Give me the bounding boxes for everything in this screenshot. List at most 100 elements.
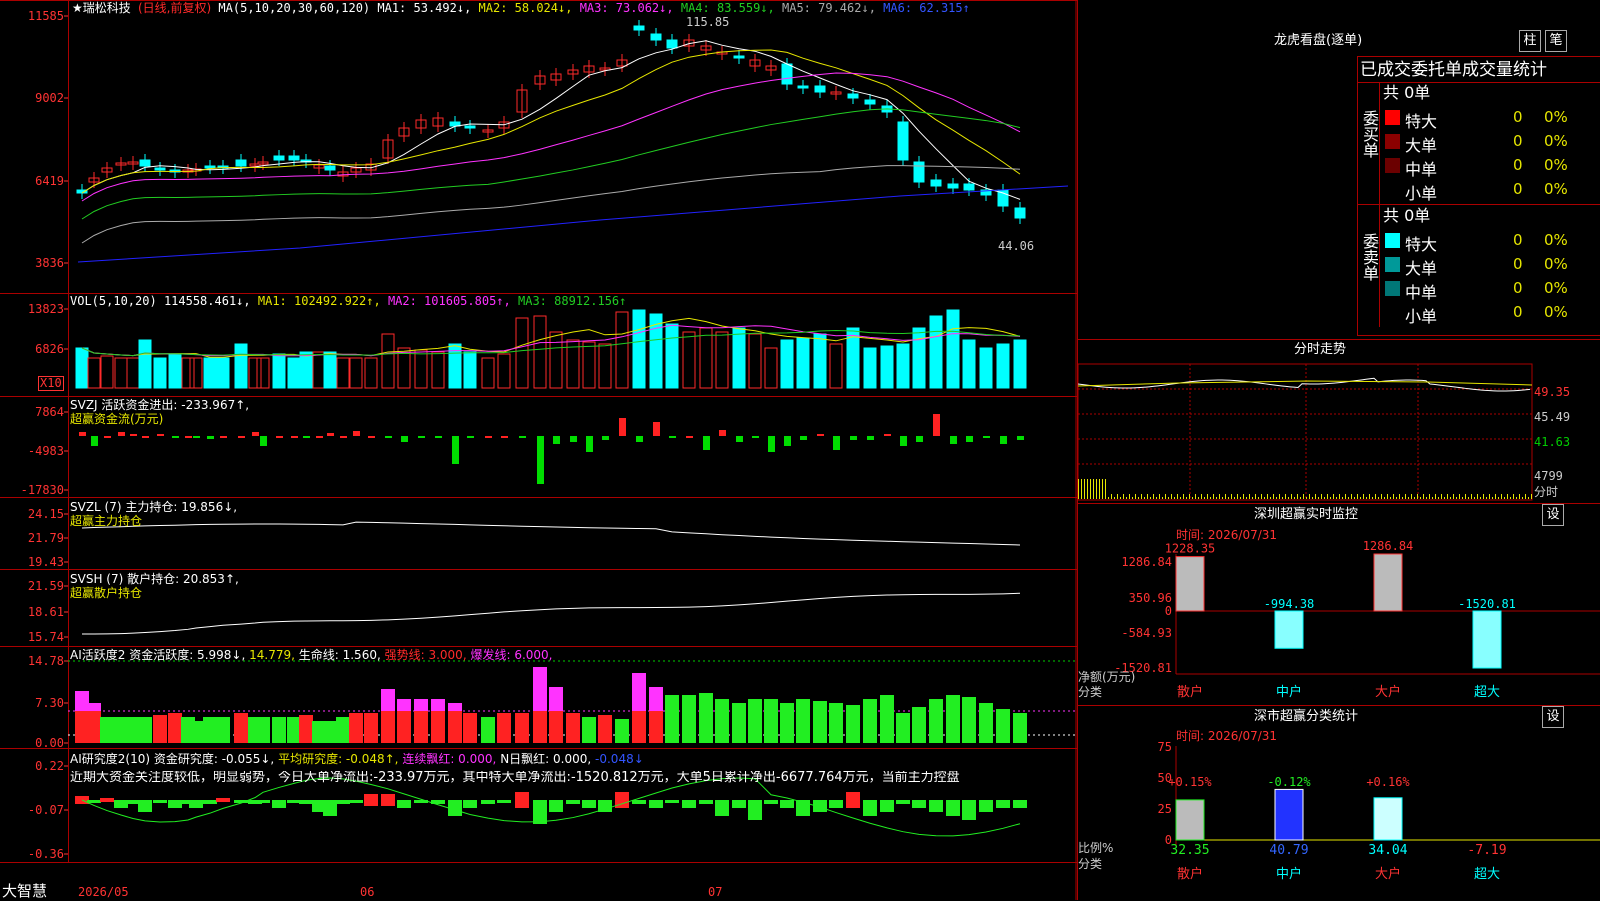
ai1-bar-top: [533, 667, 547, 711]
color-swatch: [1385, 257, 1400, 272]
candle-body: [897, 121, 909, 161]
candle-body: [1014, 207, 1026, 219]
chart-area[interactable]: ★瑞松科技 (日线,前复权) MA(5,10,20,30,60,120) MA1…: [0, 0, 1077, 900]
fenshi-volume-bar: [1363, 494, 1364, 499]
ai2-bar: [929, 800, 943, 812]
ai1-bar: [796, 699, 810, 743]
svzj-bar: [519, 436, 526, 438]
sell-side-label: 委卖单: [1358, 205, 1380, 327]
fenshi-volume-bar: [1402, 497, 1403, 499]
volume-bar: [414, 349, 428, 389]
buy-row: 大单 0 0%: [1381, 130, 1600, 155]
ai2-bar: [632, 800, 646, 804]
svzj-bar: [669, 436, 676, 438]
sell-row-value: 0: [1513, 279, 1523, 297]
ai2-bar: [715, 800, 729, 816]
svzj-bar: [501, 436, 508, 438]
fenshi-ytick-1: 49.35: [1534, 385, 1571, 399]
ai2-bar: [780, 800, 794, 808]
monitor-bar: [1274, 610, 1304, 649]
ai2-label: AI研究度2(10) 资金研究度: -0.055↓,: [70, 752, 275, 766]
svzj-bar: [291, 436, 298, 438]
ai2-bar: [153, 800, 167, 803]
fenshi-volume-bar: [1423, 494, 1424, 499]
ai2-bar: [216, 798, 230, 802]
ai2-bar: [649, 800, 663, 808]
fenshi-volume-bar: [1207, 494, 1208, 499]
ai1-bar: [287, 717, 301, 743]
svzj-bar: [966, 436, 973, 442]
fenshi-volume-bar: [1219, 494, 1220, 499]
fenshi-volume-bar: [1117, 494, 1118, 499]
fenshi-xlabel: 分时: [1534, 485, 1559, 499]
monitor-ytick: -584.93: [1121, 626, 1172, 640]
monitor-ytick: 1286.84: [1121, 555, 1172, 569]
ai1-bar: [863, 699, 877, 743]
ai1-bar: [153, 715, 167, 743]
svzj-bar: [401, 436, 408, 442]
fenshi-volume-bar: [1084, 479, 1085, 499]
brand-label[interactable]: 大智慧: [2, 883, 47, 900]
fenshi-volume-bar: [1114, 497, 1115, 499]
svzl-ytick: 21.79: [27, 531, 64, 545]
ai2-bar: [114, 800, 128, 808]
volume-bar: [481, 357, 495, 389]
fenshi-volume-bar: [1291, 494, 1292, 499]
svzl-label: SVZL (7) 主力持仓: 19.856↓,: [70, 500, 238, 514]
period-label[interactable]: (日线,前复权): [138, 1, 211, 15]
classify-bar: [1274, 788, 1304, 841]
monitor-bar-label: -1520.81: [1458, 597, 1516, 611]
fenshi-volume-bar: [1234, 497, 1235, 499]
volume-bar: [863, 347, 877, 389]
ai2-bar: [168, 800, 182, 808]
color-swatch: [1385, 158, 1400, 173]
fenshi-volume-bar: [1300, 497, 1301, 499]
candle-body: [797, 85, 809, 89]
ai1-bar: [682, 695, 696, 743]
ai2-bar: [962, 800, 976, 820]
candle-body: [963, 183, 975, 191]
stock-name[interactable]: ★瑞松科技: [72, 1, 131, 15]
svzj-bar: [418, 436, 425, 438]
svzj-bar: [784, 436, 791, 446]
vol-header: VOL(5,10,20) 114558.461↓, MA1: 102492.92…: [70, 294, 626, 308]
fenshi-volume-bar: [1123, 494, 1124, 499]
buy-row-percent: 0%: [1544, 132, 1568, 150]
vol-unit-badge[interactable]: X10: [38, 376, 64, 391]
ai1-bar: [829, 703, 843, 743]
fenshi-panel[interactable]: 分时走势 49.35 45.49 41.63 4799 分时: [1078, 339, 1600, 501]
fenshi-volume-bar: [1426, 497, 1427, 499]
ai1-bar: [566, 713, 580, 743]
tick-mode-button[interactable]: 笔: [1545, 30, 1567, 52]
svzj-bar: [768, 436, 775, 452]
fenshi-chart[interactable]: [1078, 340, 1600, 502]
fenshi-volume-bar: [1369, 494, 1370, 499]
volume-bar: [582, 341, 596, 389]
volume-bar: [912, 327, 926, 389]
fenshi-volume-bar: [1330, 497, 1331, 499]
fenshi-volume-bar: [1438, 497, 1439, 499]
fenshi-volume-bar: [1390, 497, 1391, 499]
fenshi-volume-bar: [1138, 497, 1139, 499]
lhb-header: 已成交委托单成交量统计: [1360, 60, 1547, 80]
vol-label: VOL(5,10,20): [70, 294, 157, 308]
ai2-bar: [996, 800, 1010, 808]
ai1-bar: [272, 717, 286, 743]
candle-body: [947, 183, 959, 189]
volume-bar: [126, 357, 140, 389]
ai1-bar: [813, 701, 827, 743]
svzj-bar: [327, 433, 334, 436]
fenshi-volume-bar: [1249, 494, 1250, 499]
bar-mode-button[interactable]: 柱: [1519, 30, 1541, 52]
fenshi-volume-bar: [1312, 497, 1313, 499]
svzj-bar: [602, 436, 609, 440]
volume-bar: [699, 327, 713, 389]
volume-bar: [649, 313, 663, 389]
classify-category: 超大: [1474, 867, 1500, 882]
volume-bar: [431, 351, 445, 389]
buy-total: 共 0单: [1383, 83, 1431, 102]
ai2-ytick: -0.07: [27, 803, 64, 817]
fenshi-volume-bar: [1135, 494, 1136, 499]
vol-ma2: MA2: 101605.805↑,: [387, 294, 511, 308]
ai2-bar: [732, 800, 746, 808]
